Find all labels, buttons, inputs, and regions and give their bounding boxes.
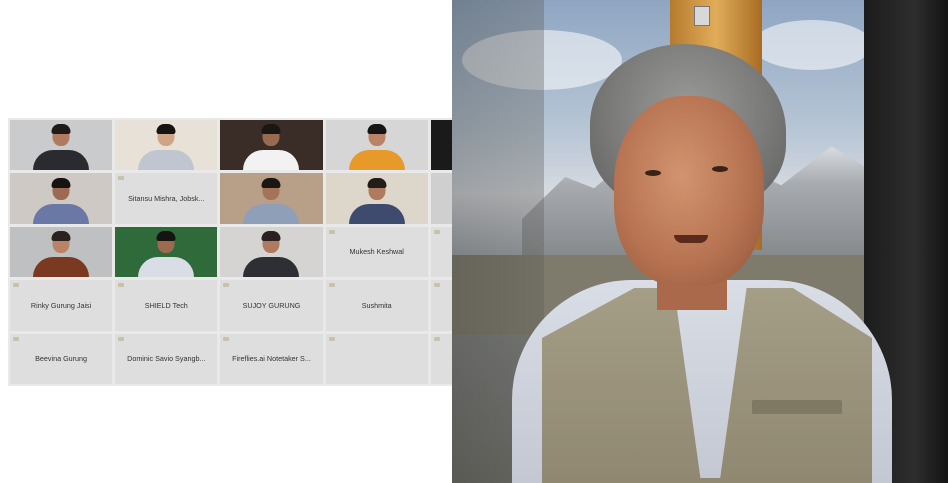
window-latch — [694, 6, 710, 26]
participant-name-tile[interactable]: SUJOY GURUNG — [220, 280, 323, 331]
participant-name-tile[interactable]: Beevina Gurung — [10, 333, 113, 384]
participant-name-tile[interactable]: SHIELD Tech — [115, 280, 218, 331]
mute-indicator-icon — [328, 283, 335, 288]
participant-hair — [367, 124, 387, 135]
participant-avatar — [239, 122, 303, 171]
participant-avatar — [134, 229, 198, 278]
participant-avatar — [345, 122, 409, 171]
participant-name-tile[interactable]: Rinky Gurung Jaisi — [10, 280, 113, 331]
mute-indicator-icon — [118, 176, 125, 181]
participant-body — [138, 150, 195, 171]
participant-video-tile[interactable] — [325, 173, 428, 224]
speaker-face — [614, 96, 764, 286]
participant-hair — [156, 231, 176, 242]
mute-indicator-icon — [433, 283, 440, 288]
mute-indicator-icon — [328, 229, 335, 234]
participant-name: Sushmita — [361, 300, 392, 310]
participant-name-tile[interactable]: Fireflies.ai Notetaker S... — [220, 333, 323, 384]
mute-indicator-icon — [433, 229, 440, 234]
speaker-eye — [645, 170, 661, 176]
mute-indicator-icon — [118, 336, 125, 341]
participant-avatar — [29, 176, 93, 224]
speaker-eye — [712, 166, 728, 172]
participant-video-tile[interactable] — [115, 226, 218, 278]
participant-name: Mukesh Keshwal — [349, 247, 404, 257]
participant-name-tile[interactable]: Mukesh Keshwal — [325, 226, 428, 278]
mute-indicator-icon — [118, 283, 125, 288]
participant-name-tile[interactable]: Sushmita — [325, 280, 428, 331]
mute-indicator-icon — [223, 336, 230, 341]
participant-hair — [51, 177, 71, 188]
participant-body — [243, 257, 300, 278]
participant-hair — [156, 124, 176, 135]
participant-video-tile[interactable] — [325, 120, 428, 171]
participant-avatar — [239, 176, 303, 224]
participant-body — [348, 150, 405, 171]
mute-indicator-icon — [13, 336, 19, 341]
participant-video-tile[interactable] — [220, 226, 323, 278]
participant-name: Beevina Gurung — [35, 354, 88, 364]
active-speaker-video[interactable] — [452, 0, 948, 483]
participant-hair — [51, 231, 71, 242]
participant-hair — [261, 177, 281, 188]
participant-body — [138, 257, 195, 278]
mute-indicator-icon — [223, 283, 230, 288]
mute-indicator-icon — [13, 283, 19, 288]
participant-hair — [261, 231, 281, 242]
participant-name: Rinky Gurung Jaisi — [30, 300, 92, 310]
participant-name: Fireflies.ai Notetaker S... — [232, 354, 311, 364]
participant-name: SHIELD Tech — [144, 300, 188, 310]
participant-avatar — [239, 229, 303, 278]
participant-name-tile[interactable]: Sitansu Mishra, Jobsk... — [115, 173, 218, 224]
participant-body — [33, 203, 90, 224]
participant-hair — [51, 124, 71, 135]
participant-name-tile[interactable]: Dominic Savio Syangb... — [115, 333, 218, 384]
participant-body — [33, 150, 90, 171]
participant-avatar — [345, 176, 409, 224]
participant-video-tile[interactable] — [10, 173, 113, 224]
participant-body — [33, 257, 90, 278]
participant-body — [243, 203, 300, 224]
cloud-shape — [752, 20, 872, 70]
participant-video-tile[interactable] — [10, 226, 113, 278]
participant-avatar — [29, 229, 93, 278]
participant-hair — [367, 177, 387, 188]
participant-avatar — [29, 122, 93, 171]
participant-video-tile[interactable] — [220, 173, 323, 224]
participant-name: Dominic Savio Syangb... — [127, 354, 206, 364]
participant-video-tile[interactable] — [115, 120, 218, 171]
participant-video-tile[interactable] — [10, 120, 113, 171]
participant-body — [348, 203, 405, 224]
speaker-mouth — [674, 235, 708, 243]
participant-name: Sitansu Mishra, Jobsk... — [128, 194, 205, 204]
mute-indicator-icon — [328, 336, 335, 341]
vest-pocket — [752, 400, 842, 414]
participant-video-tile[interactable] — [220, 120, 323, 171]
participant-name-tile[interactable] — [325, 333, 428, 384]
participant-name: SUJOY GURUNG — [242, 300, 301, 310]
mute-indicator-icon — [433, 336, 440, 341]
participant-hair — [261, 124, 281, 135]
participant-body — [243, 150, 300, 171]
participant-avatar — [134, 122, 198, 171]
